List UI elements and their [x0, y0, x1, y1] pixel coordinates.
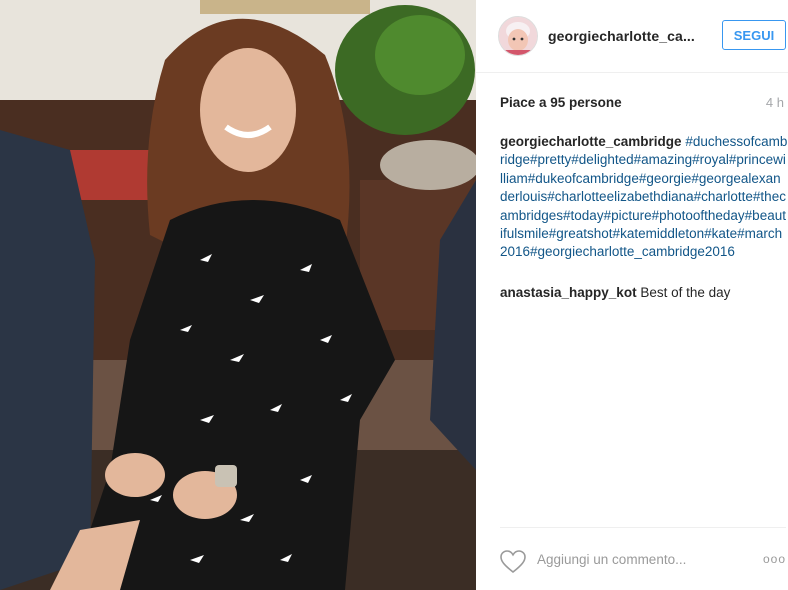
follow-button[interactable]: SEGUI: [722, 20, 786, 50]
comment-text: Best of the day: [640, 285, 731, 300]
caption-hashtags[interactable]: #duchessofcambridge#pretty#delighted#ama…: [500, 134, 787, 259]
heart-icon[interactable]: [500, 550, 526, 574]
post-username[interactable]: georgiecharlotte_ca...: [548, 28, 695, 44]
likes-count[interactable]: Piace a 95 persone: [500, 95, 622, 110]
comment-input[interactable]: Aggiungi un commento...: [537, 552, 717, 567]
post-photo[interactable]: [0, 0, 476, 590]
more-options-icon[interactable]: ooo: [763, 552, 786, 566]
post-time[interactable]: 4 h: [766, 95, 784, 110]
post-caption: georgiecharlotte_cambridge #duchessofcam…: [500, 133, 788, 262]
divider: [500, 527, 786, 528]
comment-item: anastasia_happy_kot Best of the day: [500, 284, 786, 302]
likes-row: Piace a 95 persone 4 h: [500, 95, 786, 113]
post-header: georgiecharlotte_ca... SEGUI: [476, 0, 788, 73]
post-details-panel: georgiecharlotte_ca... SEGUI Piace a 95 …: [476, 0, 788, 590]
photo-illustration: [0, 0, 476, 590]
comment-username[interactable]: anastasia_happy_kot: [500, 285, 637, 300]
caption-username[interactable]: georgiecharlotte_cambridge: [500, 134, 682, 149]
avatar-image: [499, 17, 537, 55]
avatar[interactable]: [498, 16, 538, 56]
